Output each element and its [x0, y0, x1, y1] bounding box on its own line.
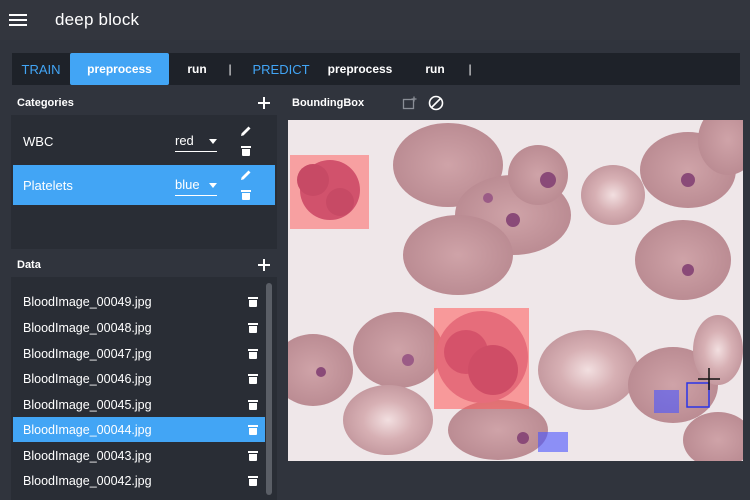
add-box-icon[interactable]	[402, 96, 418, 110]
categories-panel: Categories WBC red Platelets blue	[11, 91, 277, 249]
category-color-select[interactable]: blue	[175, 174, 217, 196]
wbc-bbox[interactable]	[290, 155, 369, 229]
add-data-icon[interactable]	[257, 258, 271, 272]
file-name: BloodImage_00045.jpg	[23, 397, 152, 412]
delete-icon[interactable]	[248, 400, 258, 410]
chevron-down-icon	[209, 183, 217, 188]
train-run-button[interactable]: run	[169, 53, 225, 85]
list-item[interactable]: BloodImage_00047.jpg	[13, 341, 265, 366]
delete-icon[interactable]	[241, 190, 251, 200]
menu-icon[interactable]	[9, 13, 27, 27]
app-bar: deep block	[0, 0, 750, 40]
list-item[interactable]: BloodImage_00042.jpg	[13, 468, 265, 493]
viewer-title: BoundingBox	[292, 97, 365, 109]
list-item-selected[interactable]: BloodImage_00044.jpg	[13, 417, 265, 442]
categories-title: Categories	[17, 97, 74, 109]
list-item[interactable]: BloodImage_00046.jpg	[13, 366, 265, 391]
delete-icon[interactable]	[248, 349, 258, 359]
category-color-value: blue	[175, 177, 200, 192]
wbc-bbox[interactable]	[434, 308, 529, 409]
delete-icon[interactable]	[248, 425, 258, 435]
delete-icon[interactable]	[248, 323, 258, 333]
add-category-icon[interactable]	[257, 96, 271, 110]
list-item[interactable]: BloodImage_00045.jpg	[13, 392, 265, 417]
delete-icon[interactable]	[241, 146, 251, 156]
platelet-bbox[interactable]	[538, 432, 568, 452]
file-name: BloodImage_00046.jpg	[23, 371, 152, 386]
delete-icon[interactable]	[248, 374, 258, 384]
category-row-platelets[interactable]: Platelets blue	[13, 165, 275, 205]
workflow-toolbar: TRAIN preprocess run | PREDICT preproces…	[12, 53, 740, 85]
category-row-wbc[interactable]: WBC red	[13, 121, 275, 161]
image-canvas[interactable]	[288, 120, 743, 461]
edit-icon[interactable]	[240, 125, 252, 137]
viewer-header: BoundingBox	[286, 90, 743, 116]
data-panel: Data BloodImage_00049.jpg BloodImage_000…	[11, 253, 277, 500]
blood-cell-image	[288, 120, 743, 461]
list-item[interactable]: BloodImage_00049.jpg	[13, 289, 265, 314]
file-name: BloodImage_00047.jpg	[23, 346, 152, 361]
category-label: WBC	[23, 133, 54, 149]
delete-icon[interactable]	[248, 297, 258, 307]
data-title: Data	[17, 259, 41, 271]
file-name: BloodImage_00044.jpg	[23, 422, 152, 437]
delete-icon[interactable]	[248, 451, 258, 461]
app-title: deep block	[55, 10, 140, 29]
platelet-bbox[interactable]	[654, 390, 679, 413]
file-name: BloodImage_00042.jpg	[23, 473, 152, 488]
train-label: TRAIN	[21, 61, 61, 77]
category-color-value: red	[175, 133, 194, 148]
block-icon[interactable]	[428, 95, 444, 111]
categories-header: Categories	[11, 91, 277, 115]
file-name: BloodImage_00043.jpg	[23, 448, 152, 463]
train-preprocess-button[interactable]: preprocess	[70, 53, 169, 85]
category-color-select[interactable]: red	[175, 130, 217, 152]
toolbar-separator: |	[468, 62, 472, 76]
chevron-down-icon	[209, 139, 217, 144]
file-name: BloodImage_00049.jpg	[23, 294, 152, 309]
data-header: Data	[11, 253, 277, 277]
list-item[interactable]: BloodImage_00043.jpg	[13, 443, 265, 468]
toolbar-separator: |	[228, 62, 232, 76]
category-label: Platelets	[23, 177, 73, 193]
predict-run-button[interactable]: run	[405, 53, 465, 85]
list-item[interactable]: BloodImage_00048.jpg	[13, 315, 265, 340]
data-list-scrollbar[interactable]	[266, 283, 272, 495]
delete-icon[interactable]	[248, 476, 258, 486]
file-name: BloodImage_00048.jpg	[23, 320, 152, 335]
edit-icon[interactable]	[240, 169, 252, 181]
predict-label: PREDICT	[252, 61, 310, 77]
predict-preprocess-button[interactable]: preprocess	[315, 53, 405, 85]
